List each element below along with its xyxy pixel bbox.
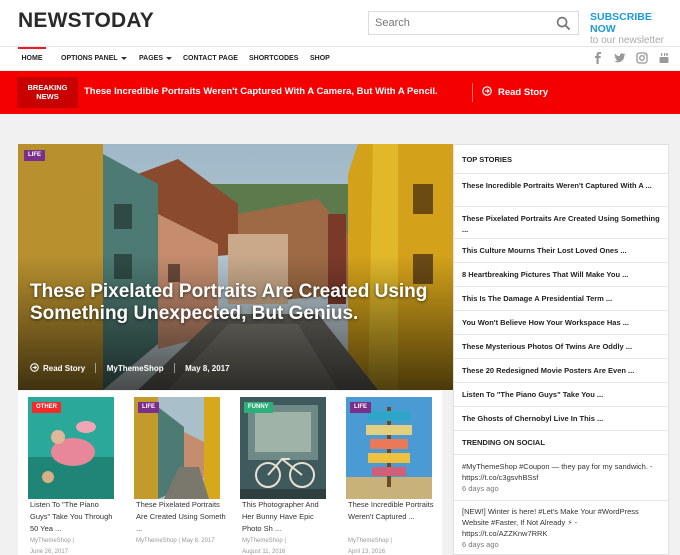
card-date: June 26, 2017 (30, 549, 69, 555)
nav-shortcodes-label: SHORTCODES (249, 55, 299, 62)
card-author[interactable]: MyThemeShop | (242, 537, 286, 545)
breaking-label-line1: BREAKING (27, 83, 68, 92)
nav-options-panel[interactable]: OPTIONS PANEL (61, 47, 127, 70)
nav-shop[interactable]: SHOP (310, 47, 330, 70)
top-story-item[interactable]: This Is The Damage A Presidential Term .… (454, 286, 668, 310)
trending-heading: TRENDING ON SOCIAL (462, 438, 545, 447)
card-author[interactable]: MyThemeShop | (30, 537, 74, 545)
nav-options-label: OPTIONS PANEL (61, 55, 118, 62)
twitter-icon[interactable] (614, 52, 626, 64)
card-category-tag[interactable]: LIFE (138, 402, 159, 413)
meta-divider (173, 363, 175, 374)
hero-title[interactable]: These Pixelated Portraits Are Created Us… (30, 281, 440, 325)
arrow-circle-icon (482, 86, 492, 96)
card-title[interactable]: This Photographer And Her Bunny Have Epi… (242, 499, 332, 535)
nav-pages[interactable]: PAGES (139, 47, 172, 70)
breaking-divider (472, 83, 473, 102)
nav-shop-label: SHOP (310, 55, 330, 62)
main-nav: HOME OPTIONS PANEL PAGES CONTACT PAGE SH… (0, 46, 680, 70)
tweet-text[interactable]: #MyThemeShop #Coupon — they pay for my s… (462, 461, 662, 483)
card-date: April 13, 2016 (348, 549, 386, 555)
chevron-down-icon (166, 56, 172, 60)
top-stories-heading: TOP STORIES (462, 155, 513, 164)
card-category-tag[interactable]: OTHER (32, 402, 61, 413)
hero-author[interactable]: MyThemeShop (107, 364, 164, 373)
top-story-item[interactable]: This Culture Mourns Their Lost Loved One… (454, 238, 668, 262)
arrow-circle-icon (30, 363, 39, 372)
article-thumbnail[interactable]: FUNNY (240, 397, 326, 499)
hero-meta: Read Story MyThemeShop May 8, 2017 (30, 363, 230, 373)
article-thumbnail[interactable]: OTHER (28, 397, 114, 499)
top-story-item[interactable]: You Won't Believe How Your Workspace Has… (454, 310, 668, 334)
breaking-read-label: Read Story (498, 87, 549, 98)
facebook-icon[interactable] (592, 52, 604, 64)
breaking-news-label: BREAKING NEWS (17, 77, 78, 108)
nav-pages-label: PAGES (139, 55, 163, 62)
card-author[interactable]: MyThemeShop | May 8, 2017 (136, 537, 215, 545)
breaking-headline[interactable]: These Incredible Portraits Weren't Captu… (84, 86, 438, 97)
article-card[interactable]: LIFE These Pixelated Portraits Are Creat… (124, 391, 230, 555)
subscribe-link[interactable]: SUBSCRIBE NOW to our newsletter (590, 11, 676, 47)
sidebar-divider (454, 430, 668, 431)
hero-image (18, 144, 453, 390)
chevron-down-icon (120, 56, 127, 60)
breaking-news-bar: BREAKING NEWS These Incredible Portraits… (0, 71, 680, 114)
tweet-text[interactable]: [NEW!] Winter is here! #Let's Make Your … (462, 506, 662, 539)
top-story-item[interactable]: These Incredible Portraits Weren't Captu… (454, 173, 668, 206)
card-category-tag[interactable]: LIFE (350, 402, 371, 413)
nav-contact-label: CONTACT PAGE (183, 55, 238, 62)
hero-article[interactable]: LIFE These Pixelated Portraits Are Creat… (18, 144, 453, 390)
hero-category-tag[interactable]: LIFE (24, 150, 45, 161)
instagram-icon[interactable] (636, 52, 648, 64)
article-thumbnail[interactable]: LIFE (134, 397, 220, 499)
top-story-item[interactable]: These 20 Redesigned Movie Posters Are Ev… (454, 358, 668, 382)
nav-shortcodes[interactable]: SHORTCODES (249, 47, 298, 70)
card-author[interactable]: MyThemeShop | (348, 537, 392, 545)
top-story-item[interactable]: Listen To "The Piano Guys" Take You ... (454, 382, 668, 406)
hero-date: May 8, 2017 (185, 363, 230, 373)
breaking-read-story-link[interactable]: Read Story (482, 86, 548, 98)
top-story-item[interactable]: These Mysterious Photos Of Twins Are Odd… (454, 334, 668, 358)
nav-home[interactable]: HOME (18, 47, 46, 70)
hero-read-story[interactable]: Read Story (30, 363, 85, 373)
card-title[interactable]: Listen To "The Piano Guys" Take You Thro… (30, 499, 120, 535)
sidebar: TOP STORIES These Incredible Portraits W… (453, 144, 669, 555)
article-card[interactable]: OTHER Listen To "The Piano Guys" Take Yo… (18, 391, 124, 555)
site-logo[interactable]: NEWSTODAY (18, 9, 154, 33)
tweet-item: [NEW!] Winter is here! #Let's Make Your … (462, 506, 662, 550)
sidebar-divider (454, 500, 668, 501)
site-header: NEWSTODAY SUBSCRIBE NOW to our newslette… (0, 0, 680, 46)
top-story-item[interactable]: 8 Heartbreaking Pictures That Will Make … (454, 262, 668, 286)
tweet-time: 6 days ago (462, 540, 499, 549)
article-card[interactable]: FUNNY This Photographer And Her Bunny Ha… (230, 391, 336, 555)
search-icon[interactable] (556, 16, 571, 31)
nav-contact-page[interactable]: CONTACT PAGE (183, 47, 238, 70)
card-category-tag[interactable]: FUNNY (244, 402, 273, 413)
tweet-item: #MyThemeShop #Coupon — they pay for my s… (462, 461, 662, 494)
top-story-item[interactable]: The Ghosts of Chernobyl Live In This ... (454, 406, 668, 430)
youtube-icon[interactable] (658, 52, 670, 64)
search-input[interactable] (369, 12, 549, 34)
card-title[interactable]: These Incredible Portraits Weren't Captu… (348, 499, 438, 523)
article-card[interactable]: LIFE These Incredible Portraits Weren't … (336, 391, 442, 555)
top-story-item[interactable]: These Pixelated Portraits Are Created Us… (454, 206, 668, 238)
tweet-time: 6 days ago (462, 484, 499, 493)
meta-divider (95, 363, 97, 374)
search-box[interactable] (368, 11, 579, 35)
hero-read-label: Read Story (43, 364, 86, 374)
sidebar-divider (454, 454, 668, 455)
nav-home-label: HOME (21, 55, 43, 62)
breaking-label-line2: NEWS (36, 92, 59, 101)
card-date: August 11, 2016 (242, 549, 286, 555)
article-thumbnail[interactable]: LIFE (346, 397, 432, 499)
subscribe-title[interactable]: SUBSCRIBE NOW (590, 11, 676, 35)
card-title[interactable]: These Pixelated Portraits Are Created Us… (136, 499, 226, 535)
